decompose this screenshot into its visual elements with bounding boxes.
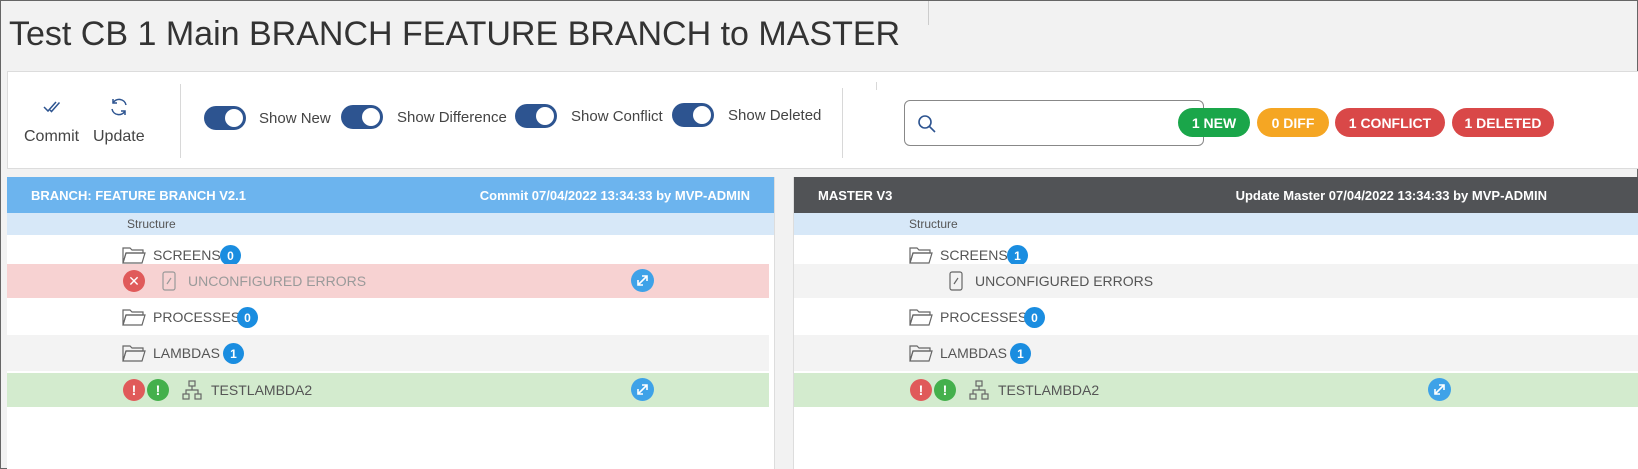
master-panel-header: MASTER V3 Update Master 07/04/2022 13:34… [794, 177, 1638, 213]
toolbar-divider [180, 84, 181, 158]
show-difference-toggle[interactable] [341, 105, 383, 129]
branch-panel: BRANCH: FEATURE BRANCH V2.1 Commit 07/04… [7, 177, 774, 469]
branch-name: BRANCH: FEATURE BRANCH V2.1 [31, 188, 246, 203]
folder-icon [909, 345, 933, 362]
show-conflict-toggle[interactable] [515, 104, 557, 128]
tree-row-label: UNCONFIGURED ERRORS [188, 273, 367, 289]
conflict-count-badge[interactable]: 1 CONFLICT [1335, 108, 1445, 137]
x-icon: ✕ [123, 270, 145, 292]
toolbar-divider [842, 88, 843, 158]
search-input[interactable] [945, 109, 1195, 137]
tree-row-testlambda2[interactable]: ! ! TESTLAMBDA2 [7, 373, 769, 407]
update-label: Update [93, 128, 145, 145]
commit-label: Commit [24, 128, 80, 145]
tree-row-label: TESTLAMBDA2 [211, 382, 313, 398]
count-badge: 1 [1010, 343, 1031, 364]
folder-icon [122, 309, 146, 326]
tree-row-label: LAMBDAS [153, 345, 220, 361]
expand-icon[interactable] [1428, 378, 1451, 401]
tree-row-label: SCREENS [940, 247, 1008, 263]
show-new-toggle[interactable] [204, 106, 246, 130]
new-alert-icon: ! [147, 379, 169, 401]
tree-row-testlambda2[interactable]: ! ! TESTLAMBDA2 [794, 373, 1638, 407]
commit-button[interactable]: Commit [24, 96, 79, 146]
branch-commit-info: Commit 07/04/2022 13:34:33 by MVP-ADMIN [479, 188, 750, 203]
toolbar: Commit Update Show New Show Difference S… [7, 71, 1638, 169]
folder-icon [909, 309, 933, 326]
structure-bar: Structure [7, 213, 774, 235]
expand-icon[interactable] [631, 269, 654, 292]
tree-row-unconfigured-errors[interactable]: UNCONFIGURED ERRORS [794, 264, 1638, 298]
folder-icon [122, 345, 146, 362]
tree-row-lambdas[interactable]: LAMBDAS 1 [794, 335, 1638, 371]
structure-label: Structure [127, 217, 176, 231]
search-field[interactable] [904, 100, 1204, 146]
count-badge: 0 [237, 307, 258, 328]
show-new-label: Show New [259, 110, 331, 127]
branch-panel-header: BRANCH: FEATURE BRANCH V2.1 Commit 07/04… [7, 177, 774, 213]
document-icon [949, 271, 963, 291]
search-icon [918, 115, 936, 133]
deleted-count-badge[interactable]: 1 DELETED [1452, 108, 1554, 137]
show-deleted-toggle[interactable] [672, 103, 714, 127]
tree-row-label: PROCESSES [940, 309, 1028, 325]
count-badge: 0 [1024, 307, 1045, 328]
master-panel: MASTER V3 Update Master 07/04/2022 13:34… [794, 177, 1638, 469]
count-badge: 1 [223, 343, 244, 364]
diff-count-badge[interactable]: 0 DIFF [1257, 108, 1329, 137]
double-check-icon [43, 101, 60, 113]
hierarchy-icon [182, 380, 202, 400]
new-alert-icon: ! [934, 379, 956, 401]
folder-icon [122, 247, 146, 264]
document-icon [162, 271, 176, 291]
tree-row-processes[interactable]: PROCESSES 0 [794, 299, 1638, 335]
show-difference-label: Show Difference [397, 109, 507, 126]
tree-row-unconfigured-errors[interactable]: ✕ UNCONFIGURED ERRORS [7, 264, 769, 298]
count-badge: 1 [1007, 245, 1028, 266]
tree-row-label: SCREENS [153, 247, 221, 263]
toolbar-tick [876, 82, 877, 90]
title-divider [928, 1, 929, 25]
conflict-alert-icon: ! [910, 379, 932, 401]
count-badge: 0 [220, 245, 241, 266]
expand-icon[interactable] [631, 378, 654, 401]
structure-label: Structure [909, 217, 958, 231]
tree-row-label: LAMBDAS [940, 345, 1007, 361]
page-title: Test CB 1 Main BRANCH FEATURE BRANCH to … [9, 15, 901, 53]
new-count-badge[interactable]: 1 NEW [1178, 108, 1250, 137]
show-deleted-label: Show Deleted [728, 107, 822, 124]
refresh-icon [111, 98, 127, 116]
tree-row-label: TESTLAMBDA2 [998, 382, 1100, 398]
tree-row-label: PROCESSES [153, 309, 241, 325]
master-name: MASTER V3 [818, 188, 893, 203]
structure-bar: Structure [794, 213, 1638, 235]
folder-icon [909, 247, 933, 264]
update-button[interactable]: Update [93, 96, 145, 146]
master-update-info: Update Master 07/04/2022 13:34:33 by MVP… [1235, 188, 1547, 203]
show-conflict-label: Show Conflict [571, 108, 663, 125]
tree-row-processes[interactable]: PROCESSES 0 [7, 299, 774, 335]
panel-splitter[interactable] [774, 177, 794, 469]
hierarchy-icon [969, 380, 989, 400]
tree-row-lambdas[interactable]: LAMBDAS 1 [7, 335, 769, 371]
conflict-alert-icon: ! [123, 379, 145, 401]
tree-row-label: UNCONFIGURED ERRORS [975, 273, 1154, 289]
